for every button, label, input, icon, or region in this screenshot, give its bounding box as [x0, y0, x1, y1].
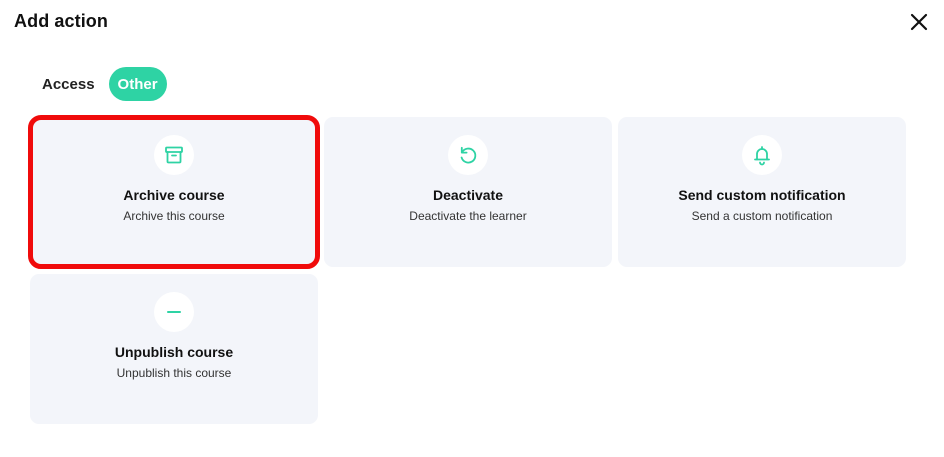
action-card-description: Archive this course — [123, 209, 225, 223]
undo-arrow-icon — [448, 135, 488, 175]
bell-icon — [742, 135, 782, 175]
action-card-deactivate[interactable]: Deactivate Deactivate the learner — [324, 117, 612, 267]
modal-title: Add action — [14, 11, 108, 31]
action-card-archive-course[interactable]: Archive course Archive this course — [28, 115, 320, 269]
action-card-send-custom-notification[interactable]: Send custom notification Send a custom n… — [618, 117, 906, 267]
action-card-unpublish-course[interactable]: Unpublish course Unpublish this course — [30, 274, 318, 424]
minus-icon — [154, 292, 194, 332]
action-card-title: Send custom notification — [678, 187, 846, 203]
action-category-tabs: Access Other — [30, 67, 167, 101]
add-action-modal: Add action Access Other Archive course A… — [0, 0, 944, 457]
close-icon — [910, 13, 928, 31]
tab-access[interactable]: Access — [30, 67, 107, 101]
close-button[interactable] — [906, 9, 932, 35]
action-card-description: Deactivate the learner — [409, 209, 527, 223]
action-card-description: Unpublish this course — [116, 366, 232, 380]
action-card-description: Send a custom notification — [691, 209, 833, 223]
tab-other[interactable]: Other — [108, 67, 167, 101]
action-card-title: Archive course — [123, 187, 225, 203]
action-card-title: Deactivate — [432, 187, 504, 203]
action-card-title: Unpublish course — [114, 344, 234, 360]
archive-box-icon — [154, 135, 194, 175]
